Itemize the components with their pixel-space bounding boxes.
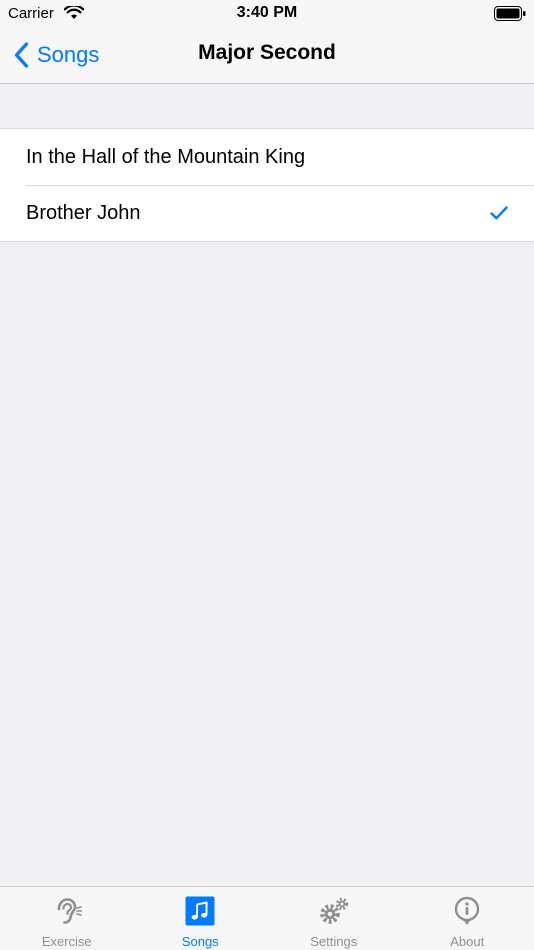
tab-label: Exercise — [41, 934, 92, 949]
tab-settings[interactable]: Settings — [267, 887, 401, 950]
song-row[interactable]: Brother John — [0, 185, 534, 241]
page-title: Major Second — [198, 41, 336, 64]
tab-songs[interactable]: Songs — [134, 887, 268, 950]
battery-icon — [494, 6, 526, 21]
song-row[interactable]: In the Hall of the Mountain King — [0, 129, 534, 185]
info-icon — [455, 896, 480, 925]
tab-label: Songs — [181, 934, 219, 949]
status-bar: Carrier 3:40 PM — [0, 0, 534, 28]
song-list: In the Hall of the Mountain King Brother… — [0, 128, 534, 242]
song-title: Brother John — [26, 201, 141, 224]
song-title: In the Hall of the Mountain King — [26, 145, 306, 168]
gears-icon — [320, 897, 348, 924]
navigation-bar: Songs Major Second — [0, 28, 534, 84]
tab-exercise[interactable]: Exercise — [0, 887, 134, 950]
tab-bar: Exercise Songs Settings About — [0, 886, 534, 950]
tab-about[interactable]: About — [401, 887, 534, 950]
tab-label: Settings — [310, 934, 358, 949]
tab-label: About — [450, 934, 485, 949]
status-time: 3:40 PM — [236, 4, 298, 21]
checkmark-icon — [490, 206, 508, 220]
music-note-icon — [185, 896, 215, 926]
ear-icon — [57, 898, 82, 924]
